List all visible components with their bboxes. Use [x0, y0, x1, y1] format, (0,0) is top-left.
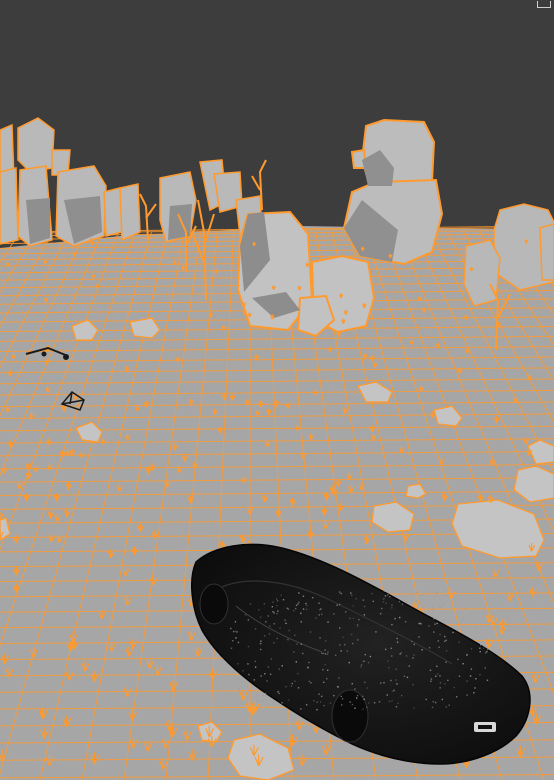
3d-viewport[interactable] [0, 0, 554, 780]
viewport-scene[interactable] [0, 0, 554, 780]
viewport-corner-widget[interactable] [537, 1, 551, 8]
